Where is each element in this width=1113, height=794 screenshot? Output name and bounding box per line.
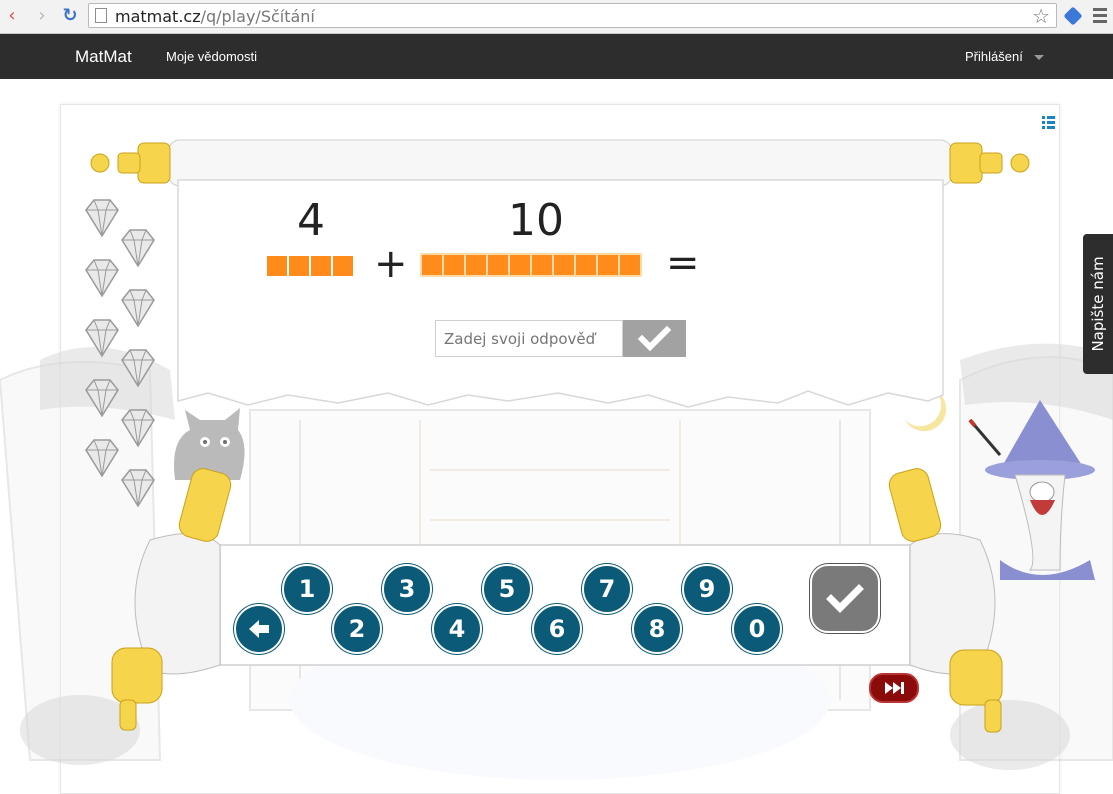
key-3[interactable]: 3 [382, 564, 432, 614]
unit-block [466, 255, 486, 275]
unit-block [554, 255, 574, 275]
unit-block [311, 256, 331, 276]
skip-button[interactable] [869, 673, 919, 703]
unit-block [488, 255, 508, 275]
key-0[interactable]: 0 [732, 604, 782, 654]
unit-block [510, 255, 530, 275]
backspace-arrow-icon [249, 620, 269, 638]
list-icon[interactable] [1042, 116, 1055, 129]
confirm-button[interactable] [810, 564, 880, 633]
backspace-button[interactable] [234, 604, 284, 654]
login-dropdown[interactable]: Přihlášení [965, 49, 1023, 64]
operand-one: 4 [297, 195, 325, 246]
feedback-label: Napište nám [1089, 256, 1107, 352]
answer-input[interactable] [435, 320, 623, 357]
unit-block [422, 255, 442, 275]
nav-link-knowledge[interactable]: Moje vědomosti [166, 49, 257, 64]
submit-answer-button[interactable] [623, 320, 686, 357]
reload-icon[interactable]: ↻ [60, 6, 80, 26]
chevron-down-icon[interactable] [1034, 55, 1044, 60]
brand-link[interactable]: MatMat [75, 47, 132, 67]
unit-block [444, 255, 464, 275]
key-9[interactable]: 9 [682, 564, 732, 614]
address-bar[interactable]: matmat.cz/q/play/Sčítání ☆ [88, 3, 1057, 28]
operand-two: 10 [508, 195, 564, 246]
operand-one-blocks [267, 256, 353, 276]
site-navbar: MatMat Moje vědomosti Přihlášení [0, 34, 1113, 79]
operand-two-blocks [420, 253, 642, 277]
key-4[interactable]: 4 [432, 604, 482, 654]
page: ‹ › ↻ matmat.cz/q/play/Sčítání ☆ MatMat … [0, 0, 1113, 794]
plus-operator: + [374, 241, 408, 287]
page-icon [95, 8, 107, 23]
key-6[interactable]: 6 [532, 604, 582, 654]
bookmark-star-icon[interactable]: ☆ [1032, 4, 1050, 28]
check-icon [826, 584, 864, 613]
key-7[interactable]: 7 [582, 564, 632, 614]
unit-block [333, 256, 353, 276]
equals-sign: = [666, 240, 700, 286]
key-2[interactable]: 2 [332, 604, 382, 654]
unit-block [576, 255, 596, 275]
unit-block [598, 255, 618, 275]
key-1[interactable]: 1 [282, 564, 332, 614]
key-8[interactable]: 8 [632, 604, 682, 654]
url-text: matmat.cz/q/play/Sčítání [115, 7, 315, 26]
key-5[interactable]: 5 [482, 564, 532, 614]
browser-toolbar: ‹ › ↻ matmat.cz/q/play/Sčítání ☆ [0, 0, 1113, 34]
fast-forward-icon [885, 682, 904, 694]
browser-menu-icon[interactable] [1093, 8, 1107, 26]
unit-block [620, 255, 640, 275]
feedback-tab[interactable]: Napište nám [1083, 234, 1113, 374]
check-icon [637, 325, 672, 352]
unit-block [267, 256, 287, 276]
forward-arrow-icon[interactable]: › [32, 6, 52, 26]
unit-block [289, 256, 309, 276]
extension-icon[interactable] [1063, 6, 1083, 26]
unit-block [532, 255, 552, 275]
back-arrow-icon[interactable]: ‹ [2, 6, 22, 26]
question-scroll [90, 139, 1030, 408]
